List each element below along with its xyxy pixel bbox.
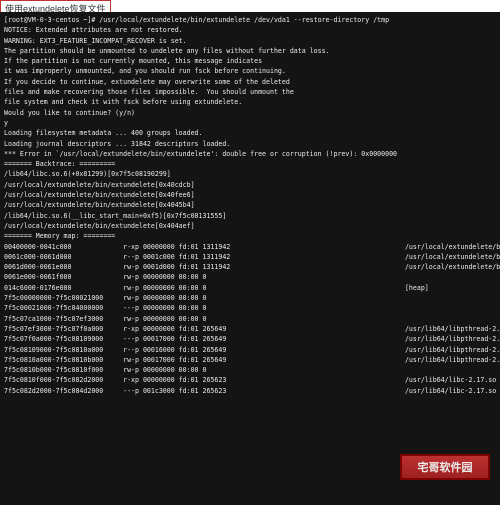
backtrace-header: ======= Backtrace: ========= [4, 160, 115, 168]
memmap-rows: 00400000-0041c000 r-xp 00000000 fd:01 13… [4, 243, 500, 395]
notice-line: If you decide to continue, extundelete m… [4, 78, 290, 86]
terminal-window[interactable]: [root@VM-0-3-centos ~]# /usr/local/extun… [0, 12, 500, 505]
error-line: *** Error in `/usr/local/extundelete/bin… [4, 150, 397, 158]
loading-line: Loading filesystem metadata ... 400 grou… [4, 129, 203, 137]
backtrace-line: /usr/local/extundelete/bin/extundelete[0… [4, 181, 195, 189]
backtrace-line: /usr/local/extundelete/bin/extundelete[0… [4, 191, 195, 199]
backtrace-line: /usr/local/extundelete/bin/extundelete[0… [4, 201, 195, 209]
notice-line: NOTICE: Extended attributes are not rest… [4, 26, 183, 34]
notice-line: files and make recovering those files im… [4, 88, 294, 96]
notice-line: The partition should be unmounted to und… [4, 47, 330, 55]
notice-line: If the partition is not currently mounte… [4, 57, 262, 65]
backtrace-line: /lib64/libc.so.6(__libc_start_main+0xf5)… [4, 212, 226, 220]
notice-line: it was improperly unmounted, and you sho… [4, 67, 286, 75]
watermark-text: 宅哥软件园 [418, 459, 473, 475]
backtrace-line: /usr/local/extundelete/bin/extundelete[0… [4, 222, 195, 230]
notice-line: Would you like to continue? (y/n) [4, 109, 135, 117]
prompt-line: [root@VM-0-3-centos ~]# /usr/local/extun… [4, 16, 389, 24]
backtrace-line: /lib64/libc.so.6(+0x81299)[0x7f5c0819029… [4, 170, 171, 178]
loading-line: Loading journal descriptors ... 31842 de… [4, 140, 230, 148]
memmap-header: ======= Memory map: ======== [4, 232, 115, 240]
notice-line: WARNING: EXT3_FEATURE_INCOMPAT_RECOVER i… [4, 37, 187, 45]
watermark-badge: 宅哥软件园 [400, 454, 490, 480]
notice-line: file system and check it with fsck befor… [4, 98, 242, 106]
user-input: y [4, 119, 8, 127]
